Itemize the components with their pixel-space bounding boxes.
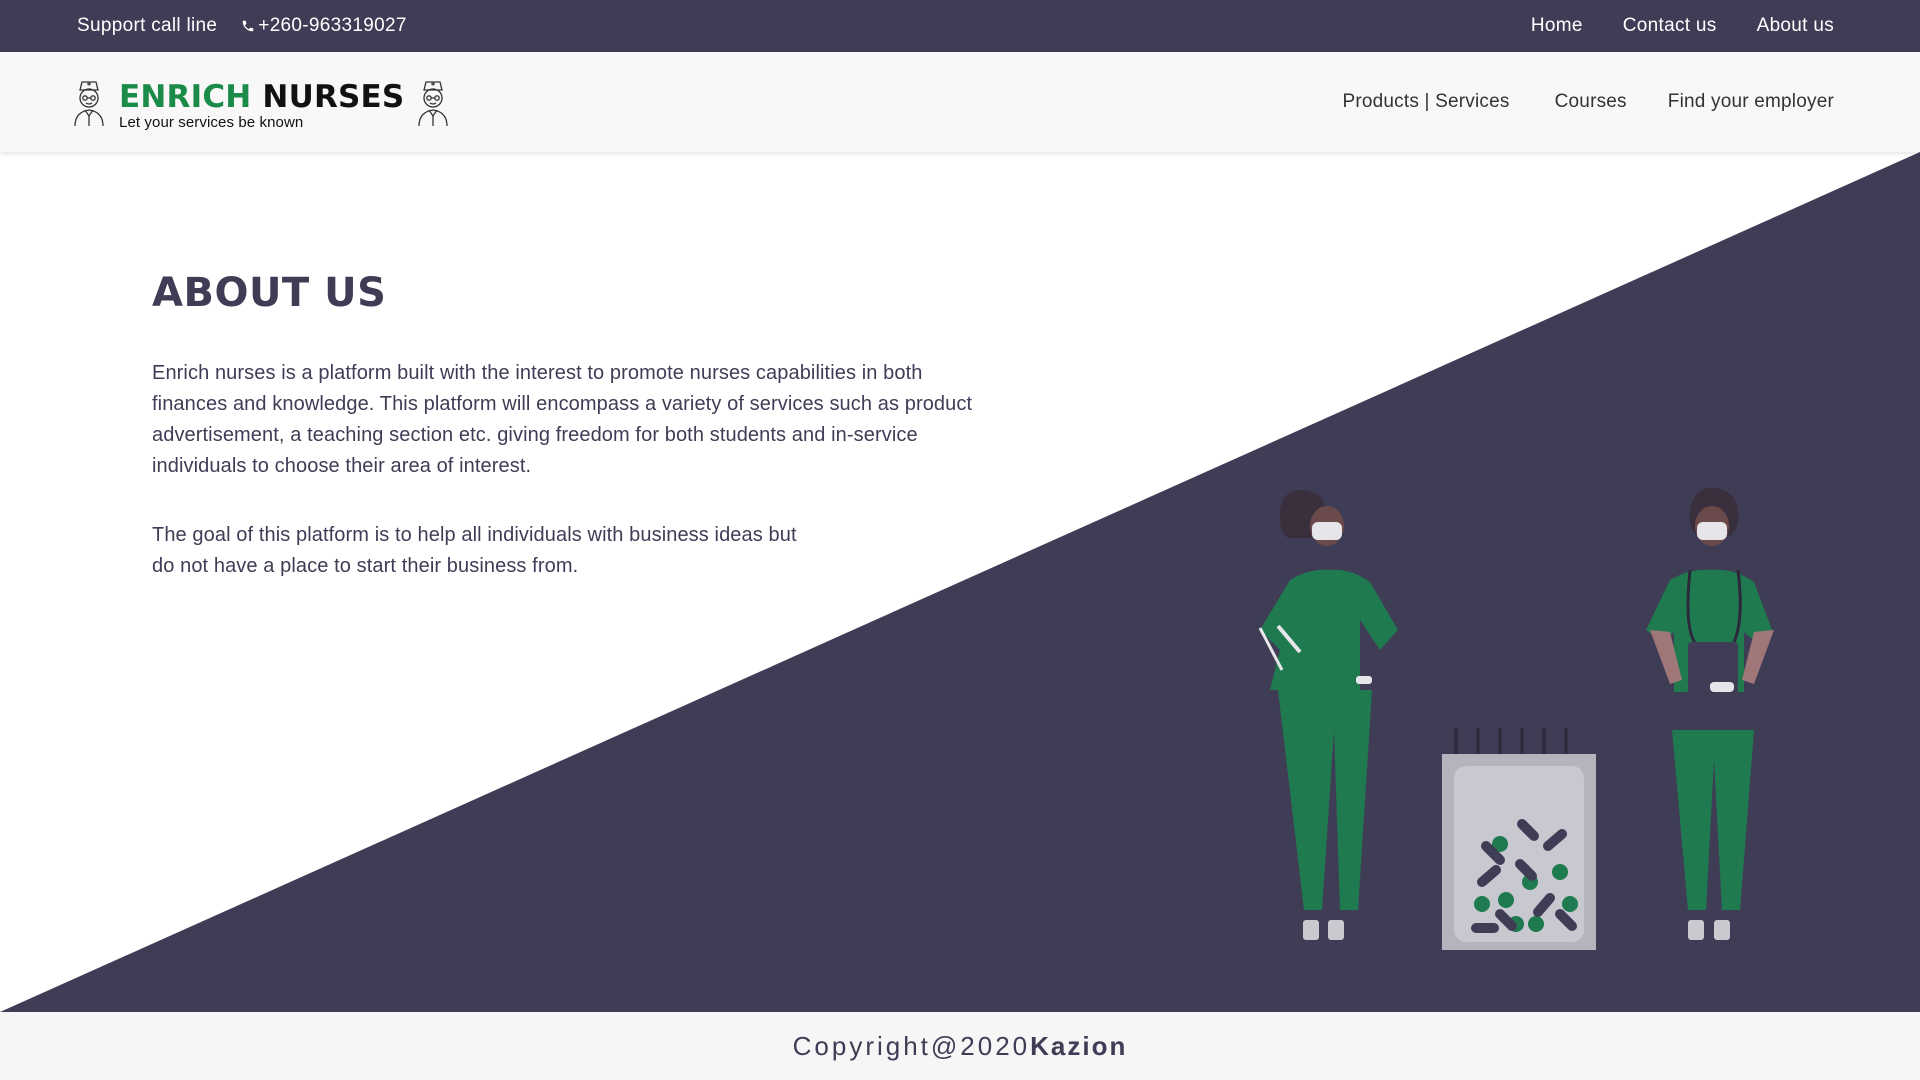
support-info: Support call line +260-963319027 [77, 0, 407, 52]
nav-contact-link[interactable]: Contact us [1623, 15, 1717, 37]
nav-find-employer[interactable]: Find your employer [1668, 91, 1834, 113]
nav-home-link[interactable]: Home [1531, 15, 1583, 37]
phone-link[interactable]: +260-963319027 [241, 15, 406, 37]
pill-jar [1442, 728, 1596, 950]
page-title: ABOUT US [152, 270, 387, 316]
company-name: Kazion [1030, 1030, 1128, 1061]
logo-text: ENRICH NURSES Let your services be known [119, 80, 404, 131]
top-nav: Home Contact us About us [1491, 0, 1834, 52]
logo[interactable]: ENRICH NURSES Let your services be known [72, 80, 450, 131]
nurse-figure-left [1258, 490, 1398, 940]
nurse-icon [74, 81, 104, 127]
nurses-illustration [1258, 487, 1774, 950]
main-nav: Products | Services Courses Find your em… [1342, 52, 1834, 152]
nurse-figure-right [1646, 487, 1774, 940]
about-section: ABOUT US Enrich nurses is a platform bui… [152, 270, 992, 582]
nav-courses[interactable]: Courses [1555, 91, 1627, 113]
support-label: Support call line [77, 15, 218, 36]
brand-name: ENRICH NURSES [119, 79, 405, 115]
about-paragraph-1: Enrich nurses is a platform built with t… [152, 362, 973, 477]
main-header: ENRICH NURSES Let your services be known… [0, 52, 1920, 152]
nurse-icon [418, 81, 449, 127]
top-bar: Support call line +260-963319027 Home Co… [0, 0, 1920, 52]
phone-number: +260-963319027 [258, 15, 407, 36]
copyright-text: Copyright@2020 [792, 1030, 1031, 1061]
phone-icon [243, 20, 254, 32]
about-paragraph-2: The goal of this platform is to help all… [152, 524, 797, 577]
footer: Copyright@2020 Kazion [0, 1012, 1920, 1080]
nav-products-services[interactable]: Products | Services [1342, 91, 1509, 113]
tagline: Let your services be known [119, 114, 304, 131]
nav-about-link[interactable]: About us [1757, 15, 1834, 37]
